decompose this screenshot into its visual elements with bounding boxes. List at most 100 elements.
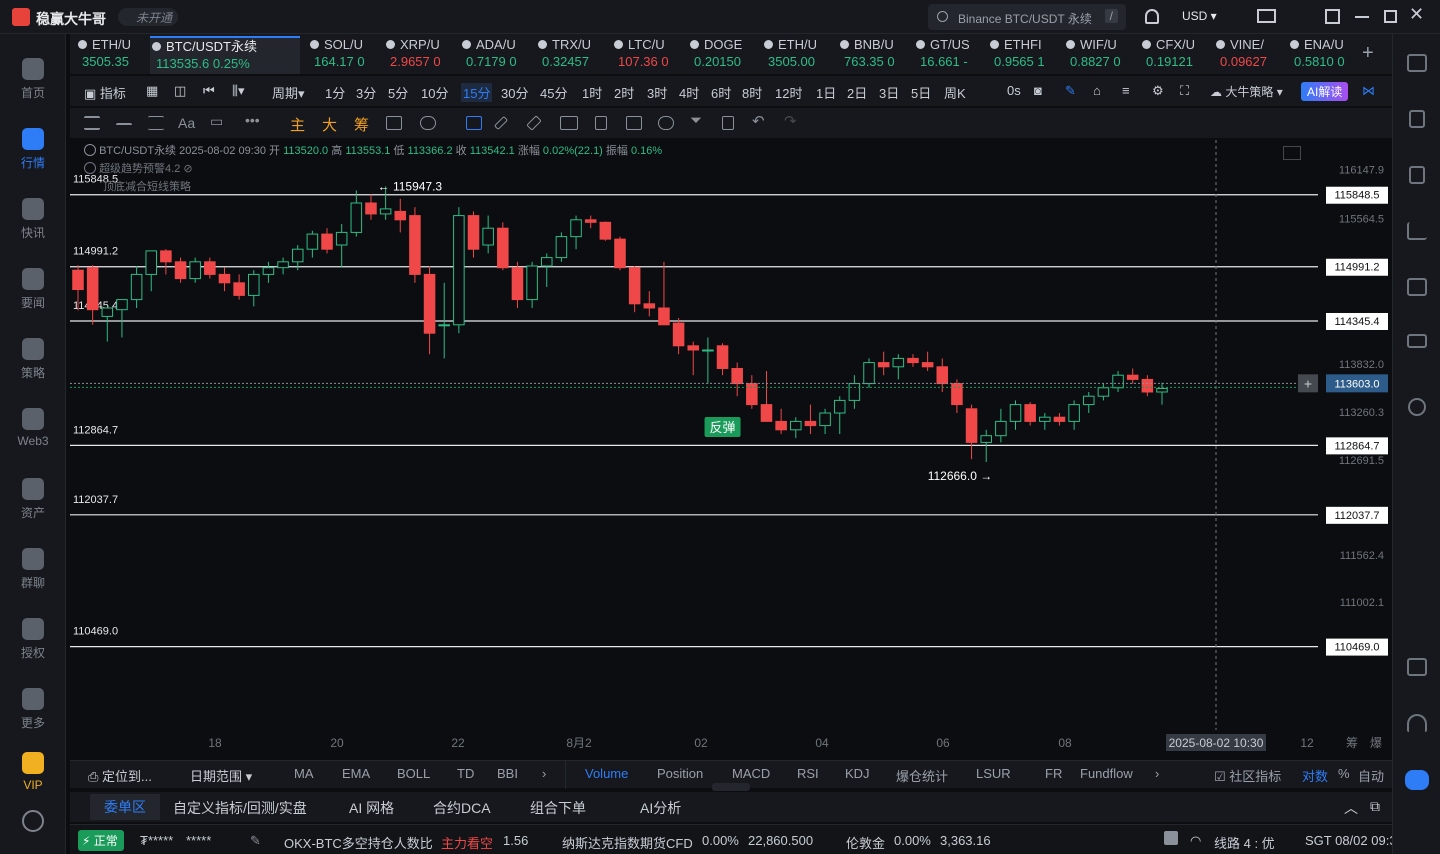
- document-icon[interactable]: [1409, 110, 1425, 128]
- ticker-14[interactable]: VINE/0.09627: [1214, 36, 1267, 74]
- collapse-up-icon[interactable]: ︿: [1344, 798, 1358, 818]
- redo-icon[interactable]: ↷: [784, 112, 797, 130]
- dollar-icon[interactable]: [1409, 166, 1425, 184]
- orderbook-icon[interactable]: [1407, 54, 1427, 72]
- ticker-9[interactable]: BNB/U 763.35 0: [838, 36, 895, 74]
- candlestick-chart[interactable]: 116147.9 115564.5 113832.0 113260.3 112691.5…: [70, 140, 1392, 760]
- timeframe-14[interactable]: 1日: [816, 83, 836, 102]
- timeframe-18[interactable]: 周K: [944, 83, 966, 102]
- main-chart-toggle[interactable]: 主: [290, 114, 305, 135]
- order-tab-3[interactable]: 合约DCA: [433, 798, 491, 818]
- timeframe-2[interactable]: 5分: [388, 83, 408, 102]
- chart-type-icon[interactable]: ⫼▾: [232, 83, 245, 99]
- chart-area[interactable]: 116147.9 115564.5 113832.0 113260.3 112691.5…: [70, 140, 1392, 760]
- collapse-icon[interactable]: [84, 144, 96, 156]
- timeframe-1[interactable]: 3分: [356, 83, 376, 102]
- layout-icon[interactable]: ◫: [174, 83, 186, 99]
- multiline-tool-icon[interactable]: [148, 116, 164, 130]
- timeframe-7[interactable]: 1时: [582, 83, 602, 102]
- sub-indicator-4[interactable]: KDJ: [845, 766, 870, 781]
- ticker-10[interactable]: GT/US 16.661 -: [914, 36, 970, 74]
- sub-indicator-5[interactable]: 爆仓统计: [896, 766, 948, 785]
- main-indicator-1[interactable]: EMA: [342, 766, 370, 781]
- main-indicator-2[interactable]: BOLL: [397, 766, 430, 781]
- maximize-button[interactable]: [1384, 10, 1397, 23]
- timeframe-15[interactable]: 2日: [847, 83, 867, 102]
- pencil-tool-icon[interactable]: [493, 115, 509, 131]
- sync-tool-icon[interactable]: [386, 116, 402, 130]
- fullscreen-icon[interactable]: ⛶: [1180, 83, 1189, 99]
- help-icon[interactable]: [1164, 831, 1178, 845]
- expand-chart-icon[interactable]: [1283, 146, 1301, 160]
- minimize-button[interactable]: [1355, 16, 1369, 18]
- masked-balance-1[interactable]: ₮*****: [140, 833, 173, 848]
- ticker-0[interactable]: ETH/U 3505.35: [76, 36, 131, 74]
- currency-select[interactable]: USD ▾: [1182, 9, 1217, 23]
- sidebar-item-5[interactable]: Web3: [0, 402, 66, 464]
- sidebar-item-3[interactable]: 要闻: [0, 262, 66, 324]
- ticker-8[interactable]: ETH/U 3505.00: [762, 36, 817, 74]
- popout-panel-icon[interactable]: ⧉: [1370, 798, 1380, 815]
- text-tool-icon[interactable]: Aa: [178, 115, 195, 131]
- ticker-13[interactable]: CFX/U 0.19121: [1140, 36, 1195, 74]
- account-status-badge[interactable]: 未开通: [118, 8, 179, 26]
- sidebar-item-6[interactable]: 资产: [0, 472, 66, 534]
- indicator-button[interactable]: ▣ 指标: [84, 83, 126, 102]
- line-quality[interactable]: 线路 4 : 优: [1214, 833, 1275, 852]
- order-tab-0[interactable]: 委单区: [90, 794, 160, 820]
- order-tab-4[interactable]: 组合下单: [530, 798, 586, 818]
- sub-indicator-0[interactable]: Volume: [585, 766, 628, 781]
- more-tools-icon[interactable]: •••: [245, 112, 260, 128]
- ticker-4[interactable]: ADA/U 0.7179 0: [460, 36, 517, 74]
- big-order-toggle[interactable]: 大: [322, 114, 337, 135]
- date-range-select[interactable]: 日期范围 ▾: [190, 766, 252, 785]
- sidebar-item-10[interactable]: VIP: [0, 746, 66, 808]
- timeframe-4[interactable]: 15分: [461, 83, 493, 102]
- chips-toggle[interactable]: 筹: [354, 114, 369, 135]
- sub-indicator-2[interactable]: MACD: [732, 766, 770, 781]
- ticker-3[interactable]: XRP/U 2.9657 0: [384, 36, 441, 74]
- sidebar-item-1[interactable]: 行情: [0, 122, 66, 184]
- ticker-5[interactable]: TRX/U 0.32457: [536, 36, 591, 74]
- settings-gear-icon[interactable]: [22, 810, 44, 832]
- sidebar-item-4[interactable]: 策略: [0, 332, 66, 394]
- main-indicator-4[interactable]: BBI: [497, 766, 518, 781]
- settings-icon[interactable]: ⚙: [1152, 83, 1164, 99]
- bot-icon[interactable]: [1405, 770, 1429, 790]
- ticker-6[interactable]: LTC/U 107.36 0: [612, 36, 669, 74]
- monitor-icon[interactable]: [1407, 278, 1427, 296]
- close-button[interactable]: ✕: [1409, 4, 1424, 25]
- timeframe-16[interactable]: 3日: [879, 83, 899, 102]
- card-icon[interactable]: [1407, 334, 1427, 348]
- edit-tool-icon[interactable]: [626, 116, 642, 130]
- search-input[interactable]: Binance BTC/USDT 永续 /: [928, 4, 1126, 30]
- hide-icon[interactable]: ⊘: [183, 163, 192, 175]
- percent-scale-toggle[interactable]: %: [1338, 766, 1350, 781]
- add-ticker-button[interactable]: +: [1362, 42, 1374, 65]
- ticker-12[interactable]: WIF/U 0.8827 0: [1064, 36, 1121, 74]
- brush-tool-icon[interactable]: [420, 116, 436, 130]
- sub-indicator-8[interactable]: Fundflow: [1080, 766, 1133, 781]
- analytics-icon[interactable]: [1407, 222, 1427, 240]
- magnet-tool-icon[interactable]: [658, 116, 674, 130]
- ticker-7[interactable]: DOGE 0.20150: [688, 36, 742, 74]
- sidebar-item-9[interactable]: 更多: [0, 682, 66, 744]
- timeframe-6[interactable]: 45分: [540, 83, 567, 102]
- filter-tool-icon[interactable]: ⏷: [690, 112, 702, 129]
- ticker-11[interactable]: ETHFI 0.9565 1: [988, 36, 1045, 74]
- candle-tool-icon[interactable]: [560, 116, 578, 130]
- timeframe-0[interactable]: 1分: [325, 83, 345, 102]
- replay-icon[interactable]: ⏮: [203, 83, 215, 99]
- sidebar-item-7[interactable]: 群聊: [0, 542, 66, 604]
- sub-indicator-6[interactable]: LSUR: [976, 766, 1011, 781]
- trash-tool-icon[interactable]: [722, 116, 734, 130]
- sidebar-item-2[interactable]: 快讯: [0, 192, 66, 254]
- edit-icon[interactable]: ✎: [250, 833, 261, 849]
- sub-indicators-next-icon[interactable]: ›: [1155, 766, 1159, 781]
- eye-icon[interactable]: [84, 162, 96, 174]
- share-icon[interactable]: ⋈: [1362, 83, 1375, 99]
- timeframe-10[interactable]: 4时: [679, 83, 699, 102]
- sub-indicator-1[interactable]: Position: [657, 766, 703, 781]
- timeframe-8[interactable]: 2时: [614, 83, 634, 102]
- sidebar-item-8[interactable]: 授权: [0, 612, 66, 674]
